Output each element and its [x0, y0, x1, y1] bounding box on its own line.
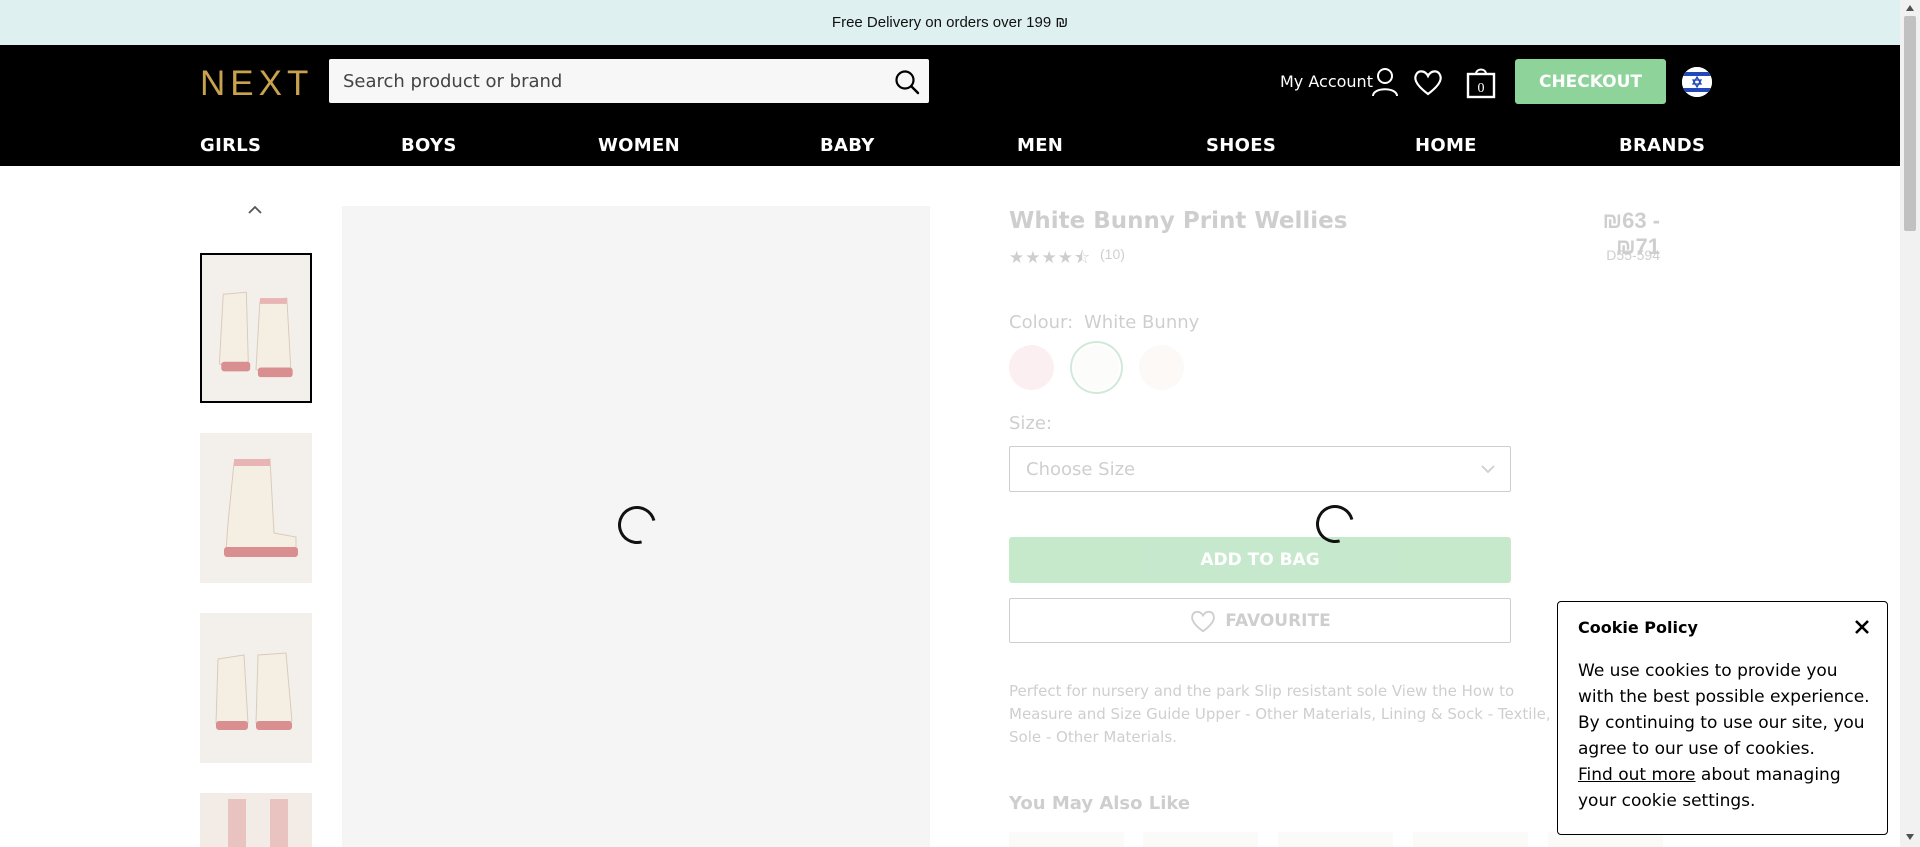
- search-icon[interactable]: [893, 68, 921, 96]
- favourite-button[interactable]: FAVOURITE: [1009, 598, 1511, 643]
- size-select-value: Choose Size: [1026, 459, 1136, 480]
- shopping-bag-icon: 0: [1466, 68, 1496, 99]
- shopping-bag-button[interactable]: 0: [1465, 65, 1497, 99]
- favourite-label: FAVOURITE: [1225, 610, 1331, 631]
- chevron-down-icon: [1481, 465, 1495, 474]
- wellies-top-image: [200, 793, 312, 847]
- wellies-pair-image: [200, 613, 312, 763]
- heart-outline-icon: [1191, 610, 1216, 632]
- colour-swatch-white-bunny[interactable]: [1074, 345, 1119, 390]
- cookie-policy-title: Cookie Policy: [1578, 618, 1698, 637]
- wellies-thumbnail-image: [202, 255, 310, 401]
- nav-shoes[interactable]: SHOES: [1206, 135, 1276, 156]
- recommendation-item[interactable]: [1143, 832, 1258, 847]
- search-input[interactable]: [329, 59, 889, 103]
- review-count[interactable]: (10): [1100, 246, 1125, 262]
- wellies-side-image: [200, 433, 312, 583]
- next-logo[interactable]: NEXT: [200, 64, 313, 104]
- find-out-more-link[interactable]: Find out more: [1578, 765, 1696, 785]
- bag-count: 0: [1478, 81, 1485, 96]
- my-account-link[interactable]: My Account: [1280, 72, 1373, 91]
- nav-boys[interactable]: BOYS: [401, 135, 457, 156]
- nav-brands[interactable]: BRANDS: [1619, 135, 1705, 156]
- close-icon[interactable]: [1851, 616, 1873, 638]
- site-header: NEXT My Account 0 CHECKOUT GIRLS: [0, 45, 1900, 166]
- product-code: D55-594: [1606, 247, 1660, 263]
- delivery-banner: Free Delivery on orders over 199 ₪: [0, 0, 1900, 45]
- colour-label: Colour:: [1009, 312, 1074, 333]
- flag-graphic: [1682, 67, 1712, 97]
- user-icon[interactable]: [1371, 67, 1399, 97]
- heart-icon[interactable]: [1413, 68, 1443, 96]
- cookie-policy-body: We use cookies to provide you with the b…: [1578, 658, 1878, 814]
- israel-flag-icon[interactable]: [1682, 67, 1712, 97]
- nav-women[interactable]: WOMEN: [598, 135, 680, 156]
- recommendation-item[interactable]: [1278, 832, 1393, 847]
- scroll-down-arrow-icon[interactable]: [1905, 833, 1915, 841]
- size-select[interactable]: Choose Size: [1009, 446, 1511, 492]
- recommendation-item[interactable]: [1413, 832, 1528, 847]
- colour-swatch-neutral[interactable]: [1139, 345, 1184, 390]
- nav-baby[interactable]: BABY: [820, 135, 875, 156]
- product-description: Perfect for nursery and the park Slip re…: [1009, 682, 1551, 746]
- cookie-policy-text: We use cookies to provide you with the b…: [1578, 661, 1870, 759]
- scrollbar-thumb[interactable]: [1904, 16, 1916, 231]
- you-may-also-like-title: You May Also Like: [1009, 793, 1191, 814]
- colour-value: White Bunny: [1084, 312, 1200, 333]
- recommendation-item[interactable]: [1009, 832, 1124, 847]
- thumbnail-2[interactable]: [200, 433, 312, 583]
- thumbnail-4[interactable]: [200, 793, 312, 847]
- main-product-image[interactable]: [342, 206, 930, 847]
- cookie-policy-dialog: Cookie Policy We use cookies to provide …: [1557, 601, 1888, 835]
- search-bar: [329, 59, 929, 103]
- nav-men[interactable]: MEN: [1017, 135, 1063, 156]
- size-label: Size:: [1009, 413, 1053, 434]
- thumbnail-3[interactable]: [200, 613, 312, 763]
- nav-home[interactable]: HOME: [1415, 135, 1477, 156]
- page-scrollbar[interactable]: [1900, 0, 1920, 847]
- product-title: White Bunny Print Wellies: [1009, 208, 1348, 234]
- checkout-button[interactable]: CHECKOUT: [1515, 59, 1666, 104]
- delivery-banner-text: Free Delivery on orders over 199 ₪: [831, 14, 1069, 31]
- scroll-up-arrow-icon[interactable]: [1905, 4, 1915, 12]
- thumbnail-1[interactable]: [200, 253, 312, 403]
- thumbnail-scroll-up-icon[interactable]: [246, 203, 264, 215]
- add-to-bag-button[interactable]: ADD TO BAG: [1009, 537, 1511, 583]
- rating-stars[interactable]: ★★★★⯪: [1009, 245, 1091, 274]
- colour-swatch-pink[interactable]: [1009, 345, 1054, 390]
- nav-girls[interactable]: GIRLS: [200, 135, 261, 156]
- main-nav: GIRLS BOYS WOMEN BABY MEN SHOES HOME BRA…: [0, 127, 1900, 166]
- image-loading-spinner: [611, 499, 663, 551]
